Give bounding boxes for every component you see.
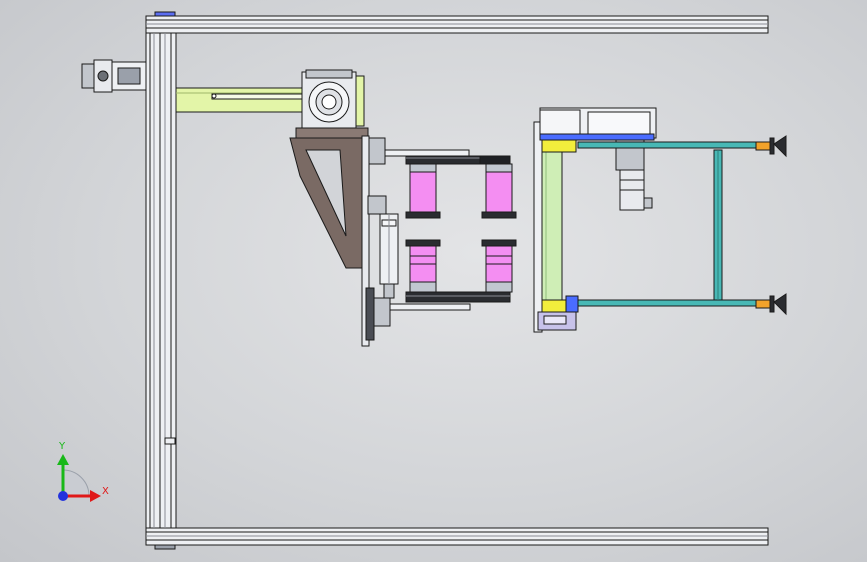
upper-gripper-arm <box>368 137 511 165</box>
guide-rails <box>577 135 787 316</box>
cad-viewport[interactable]: Y X <box>0 0 867 562</box>
gripper-pads <box>405 163 517 293</box>
pneumatic-cylinder <box>367 195 399 299</box>
mounting-bracket <box>289 127 369 269</box>
coordinate-triad <box>57 454 101 502</box>
y-axis-label: Y <box>59 441 66 452</box>
linear-slide-motor <box>81 59 147 93</box>
x-axis-arrowhead <box>90 490 101 502</box>
gearbox <box>301 69 365 129</box>
origin-marker <box>58 491 68 501</box>
assembly-drawing <box>57 11 787 550</box>
x-axis-label: X <box>102 486 109 497</box>
vertical-plate <box>361 135 375 347</box>
y-axis-arrowhead <box>57 454 69 465</box>
servo-motor <box>615 139 653 211</box>
